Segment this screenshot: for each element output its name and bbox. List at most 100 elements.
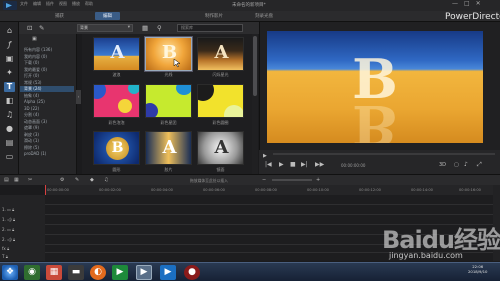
library-search-input[interactable]: 搜索库 xyxy=(177,24,243,32)
keyframe-icon[interactable]: ◆ xyxy=(90,176,94,184)
taskbar-app-recorder-icon[interactable]: ● xyxy=(184,265,200,280)
taskbar-app-360-icon[interactable]: ◉ xyxy=(24,265,40,280)
tab-create-disc[interactable]: 刻录光盘 xyxy=(255,13,273,19)
fast-forward-icon[interactable]: ▶▶ xyxy=(315,161,324,169)
tree-item-peel[interactable]: 剥皮 (3) xyxy=(24,132,39,138)
audio-mixer-icon[interactable]: ♫ xyxy=(4,110,15,120)
tree-item-download[interactable]: 下载 (0) xyxy=(24,60,39,66)
voiceover-icon[interactable]: ● xyxy=(4,124,15,134)
subtitle-icon[interactable]: ▭ xyxy=(4,152,15,162)
3d-toggle[interactable]: 3D xyxy=(439,162,446,168)
zoom-in-icon[interactable]: + xyxy=(316,176,320,184)
snapshot-icon[interactable]: ▢ xyxy=(454,162,459,168)
start-button[interactable]: ❖ xyxy=(2,265,18,280)
minimize-button[interactable]: — xyxy=(452,0,458,7)
library-thumbnail[interactable] xyxy=(145,84,192,118)
tree-item-background[interactable]: 背景 (24) xyxy=(20,86,74,92)
taskbar-clock[interactable]: 22:06 2018/9/10 xyxy=(468,264,487,274)
track-header-audio-2[interactable]: 2. ◁) 🔒︎ xyxy=(2,237,15,242)
audio-mixing-icon[interactable]: ♫ xyxy=(104,176,108,184)
menu-file[interactable]: 文件 xyxy=(20,1,28,7)
fullscreen-icon[interactable]: ⤢ xyxy=(477,161,482,169)
tree-item-mask[interactable]: 遮罩 (9) xyxy=(24,125,39,131)
transition-icon[interactable]: ◧ xyxy=(4,96,15,106)
taskbar-app-powerdirector-icon[interactable]: ▶ xyxy=(136,265,152,280)
menu-help[interactable]: 帮助 xyxy=(85,1,93,7)
library-thumbnail[interactable]: A xyxy=(145,131,192,165)
folder-icon[interactable]: ▣ xyxy=(32,35,37,43)
tree-item-wipe[interactable]: 擦除 (5) xyxy=(24,145,39,151)
timeline-zoom-slider[interactable] xyxy=(272,179,312,181)
stop-icon[interactable]: ■ xyxy=(290,161,296,169)
close-button[interactable]: ✕ xyxy=(476,0,481,7)
pip-icon[interactable]: ▣ xyxy=(4,54,15,64)
taskbar-app-firefox-icon[interactable]: ◐ xyxy=(90,265,106,280)
tree-item-alpha[interactable]: Alpha (25) xyxy=(24,99,45,104)
collapse-tree-button[interactable]: ‹ xyxy=(76,90,81,104)
library-thumbnail[interactable]: A xyxy=(197,131,244,165)
library-filter-dropdown[interactable]: 背景 xyxy=(77,24,133,32)
library-thumbnail[interactable] xyxy=(93,84,140,118)
taskbar-app-media-icon[interactable]: ▶ xyxy=(112,265,128,280)
chapter-icon[interactable]: ▤ xyxy=(4,138,15,148)
tree-item-general[interactable]: 常规 (53) xyxy=(24,80,41,86)
track-manager-icon[interactable]: ▦ xyxy=(14,176,19,184)
library-thumbnail[interactable]: A xyxy=(197,37,244,71)
fix-enhance-icon[interactable]: ✎ xyxy=(75,176,79,184)
fx-icon[interactable]: ƒ xyxy=(4,40,15,50)
clip-mode-icon[interactable]: ▶ xyxy=(263,152,267,160)
library-thumbnail-selected[interactable]: B xyxy=(145,37,192,71)
timeline-ruler[interactable]: 00:00:00:00 00:00:02:00 00:00:04:00 00:0… xyxy=(45,185,493,195)
track-header-audio-1[interactable]: 1. ◁) 🔒︎ xyxy=(2,217,15,222)
lock-icon[interactable]: 🔒︎ xyxy=(12,227,14,232)
prev-frame-icon[interactable]: |◀ xyxy=(265,161,272,169)
taskbar-app-explorer-icon[interactable]: ▦ xyxy=(46,265,62,280)
tree-item-slide[interactable]: 滑动 (1) xyxy=(24,138,39,144)
track-header-effect[interactable]: fx 🔒︎ xyxy=(2,246,9,251)
tools-icon[interactable]: ⚙ xyxy=(60,176,64,184)
import-media-icon[interactable]: ⊡ xyxy=(27,24,32,32)
menu-playback[interactable]: 播放 xyxy=(72,1,80,7)
library-scrollbar-thumb[interactable] xyxy=(253,36,257,96)
tree-item-abstract[interactable]: 抽象 (4) xyxy=(24,93,39,99)
import-icon[interactable]: ⌂ xyxy=(4,26,15,36)
tree-item-motion[interactable]: 动态画面 (3) xyxy=(24,119,47,125)
taskbar-app-folder-icon[interactable]: ▬ xyxy=(68,265,84,280)
lock-icon[interactable]: 🔒︎ xyxy=(13,217,15,222)
library-thumbnail[interactable]: B xyxy=(93,131,140,165)
grid-view-icon[interactable]: ▦ xyxy=(142,24,148,32)
tree-item-split[interactable]: 分割 (4) xyxy=(24,112,39,118)
split-icon[interactable]: ✂ xyxy=(28,176,32,184)
library-thumbnail[interactable] xyxy=(197,84,244,118)
tab-capture[interactable]: 捕获 xyxy=(55,13,64,19)
tab-edit[interactable]: 编辑 xyxy=(95,12,120,20)
tab-produce[interactable]: 制作影片 xyxy=(205,13,223,19)
free-templates-icon[interactable]: ✎ xyxy=(39,24,44,32)
particle-icon[interactable]: ✦ xyxy=(4,68,15,78)
tree-item-favorites[interactable]: 我的最爱 (0) xyxy=(24,67,47,73)
track-header-video-2[interactable]: 2. ▭ 🔒︎ xyxy=(2,227,14,232)
tree-item-open[interactable]: 打开 (0) xyxy=(24,73,39,79)
library-thumbnail[interactable]: A xyxy=(93,37,140,71)
tree-item-3d[interactable]: 3D (22) xyxy=(24,106,39,111)
lock-icon[interactable]: 🔒︎ xyxy=(12,207,14,212)
preview-scrubber[interactable] xyxy=(273,153,495,155)
volume-icon[interactable]: ♪ xyxy=(464,161,468,169)
storyboard-view-icon[interactable]: ▤ xyxy=(4,176,9,184)
menu-view[interactable]: 视图 xyxy=(59,1,67,7)
track-header-video-1[interactable]: 1. ▭ 🔒︎ xyxy=(2,207,14,212)
tree-item-prodad[interactable]: proDAD (1) xyxy=(24,151,46,156)
tree-item-all[interactable]: 所有内容 (136) xyxy=(24,47,52,53)
maximize-button[interactable]: □ xyxy=(464,0,470,7)
title-icon[interactable]: T xyxy=(4,82,15,92)
lock-icon[interactable]: 🔒︎ xyxy=(7,246,9,251)
menu-plugins[interactable]: 插件 xyxy=(46,1,54,7)
next-frame-icon[interactable]: ▶| xyxy=(301,161,308,169)
menu-edit[interactable]: 编辑 xyxy=(33,1,41,7)
lock-icon[interactable]: 🔒︎ xyxy=(13,237,15,242)
search-icon[interactable]: ⚲ xyxy=(157,24,162,32)
lock-icon[interactable]: 🔒︎ xyxy=(6,254,8,259)
taskbar-app-player-icon[interactable]: ▶ xyxy=(160,265,176,280)
play-icon[interactable]: ▶ xyxy=(279,161,284,169)
zoom-out-icon[interactable]: − xyxy=(262,176,266,184)
